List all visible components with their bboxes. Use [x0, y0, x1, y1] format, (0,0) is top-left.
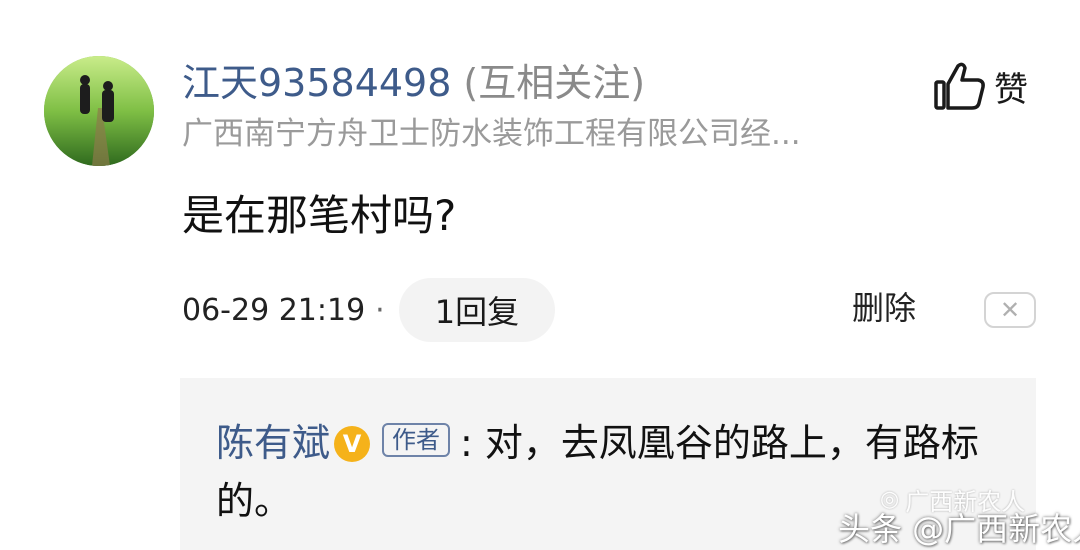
close-icon[interactable]: ✕: [984, 292, 1036, 328]
author-tag: 作者: [382, 423, 451, 457]
like-button[interactable]: 赞: [932, 58, 1028, 114]
reply-author[interactable]: 陈有斌: [216, 421, 330, 465]
comment-username-line: 江天93584498 (互相关注): [182, 58, 645, 108]
delete-button[interactable]: 删除: [852, 286, 916, 330]
comment-meta: 06-29 21:19 · 1回复: [182, 278, 556, 342]
meta-separator: ·: [375, 292, 385, 328]
comment-timestamp: 06-29 21:19: [182, 292, 366, 328]
reply-count-label: 1回复: [434, 293, 520, 331]
comment-text: 是在那笔村吗?: [182, 191, 457, 240]
reply-count-button[interactable]: 1回复: [398, 278, 556, 342]
thumbs-up-icon: [934, 62, 985, 110]
avatar-photo-icon: [44, 56, 154, 166]
comment-username[interactable]: 江天93584498: [182, 61, 451, 105]
toutiao-watermark: 头条 @广西新农人: [838, 510, 1080, 548]
avatar[interactable]: [44, 56, 154, 166]
user-subtitle: 广西南宁方舟卫士防水装饰工程有限公司经...: [182, 116, 801, 152]
comment-screen: 江天93584498 (互相关注) 广西南宁方舟卫士防水装饰工程有限公司经... …: [0, 0, 1080, 550]
verified-v-icon: V: [334, 426, 371, 462]
like-label: 赞: [994, 69, 1028, 110]
relationship-label: (互相关注): [463, 61, 646, 105]
